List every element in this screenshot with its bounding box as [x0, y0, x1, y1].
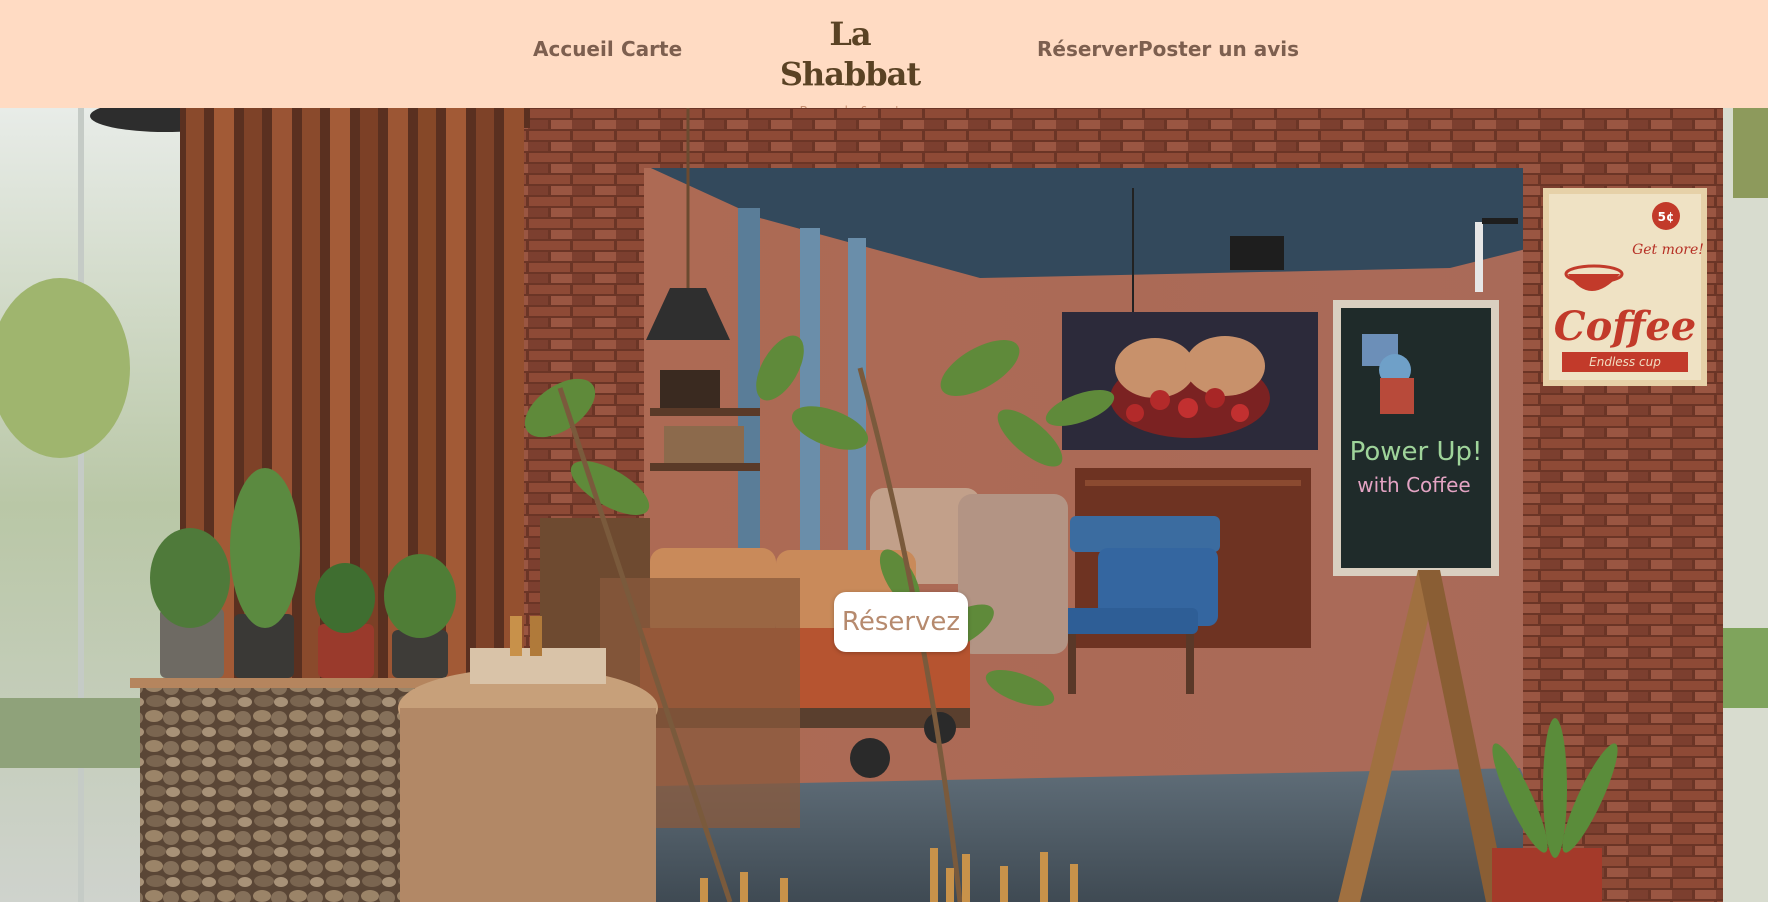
- nav-link-poster-avis[interactable]: Poster un avis: [1138, 37, 1299, 61]
- hero-cafe-photo: Power Up! with Coffee 5¢ Get more! Coffe…: [0, 108, 1768, 902]
- nav-link-accueil[interactable]: Accueil: [533, 37, 614, 61]
- coffee-sign-price: 5¢: [1658, 210, 1675, 224]
- logo-title: La Shabbat: [779, 15, 921, 93]
- site-header: Accueil Carte La Shabbat Brunch & co' Ré…: [0, 0, 1768, 118]
- reservez-button[interactable]: Réservez: [834, 592, 968, 652]
- nav-link-carte[interactable]: Carte: [621, 37, 682, 61]
- coffee-sign-word: Coffee: [1554, 303, 1697, 350]
- hero-section: Power Up! with Coffee 5¢ Get more! Coffe…: [0, 108, 1768, 902]
- site-logo[interactable]: La Shabbat Brunch & co': [760, 14, 940, 118]
- coffee-sign-tagline: Get more!: [1632, 242, 1704, 258]
- coffee-sign-banner: Endless cup: [1589, 355, 1661, 369]
- chalkboard-text-line-1: Power Up!: [1350, 437, 1483, 467]
- nav-link-reserver[interactable]: Réserver: [1037, 37, 1138, 61]
- chalkboard-text-line-2: with Coffee: [1357, 473, 1470, 497]
